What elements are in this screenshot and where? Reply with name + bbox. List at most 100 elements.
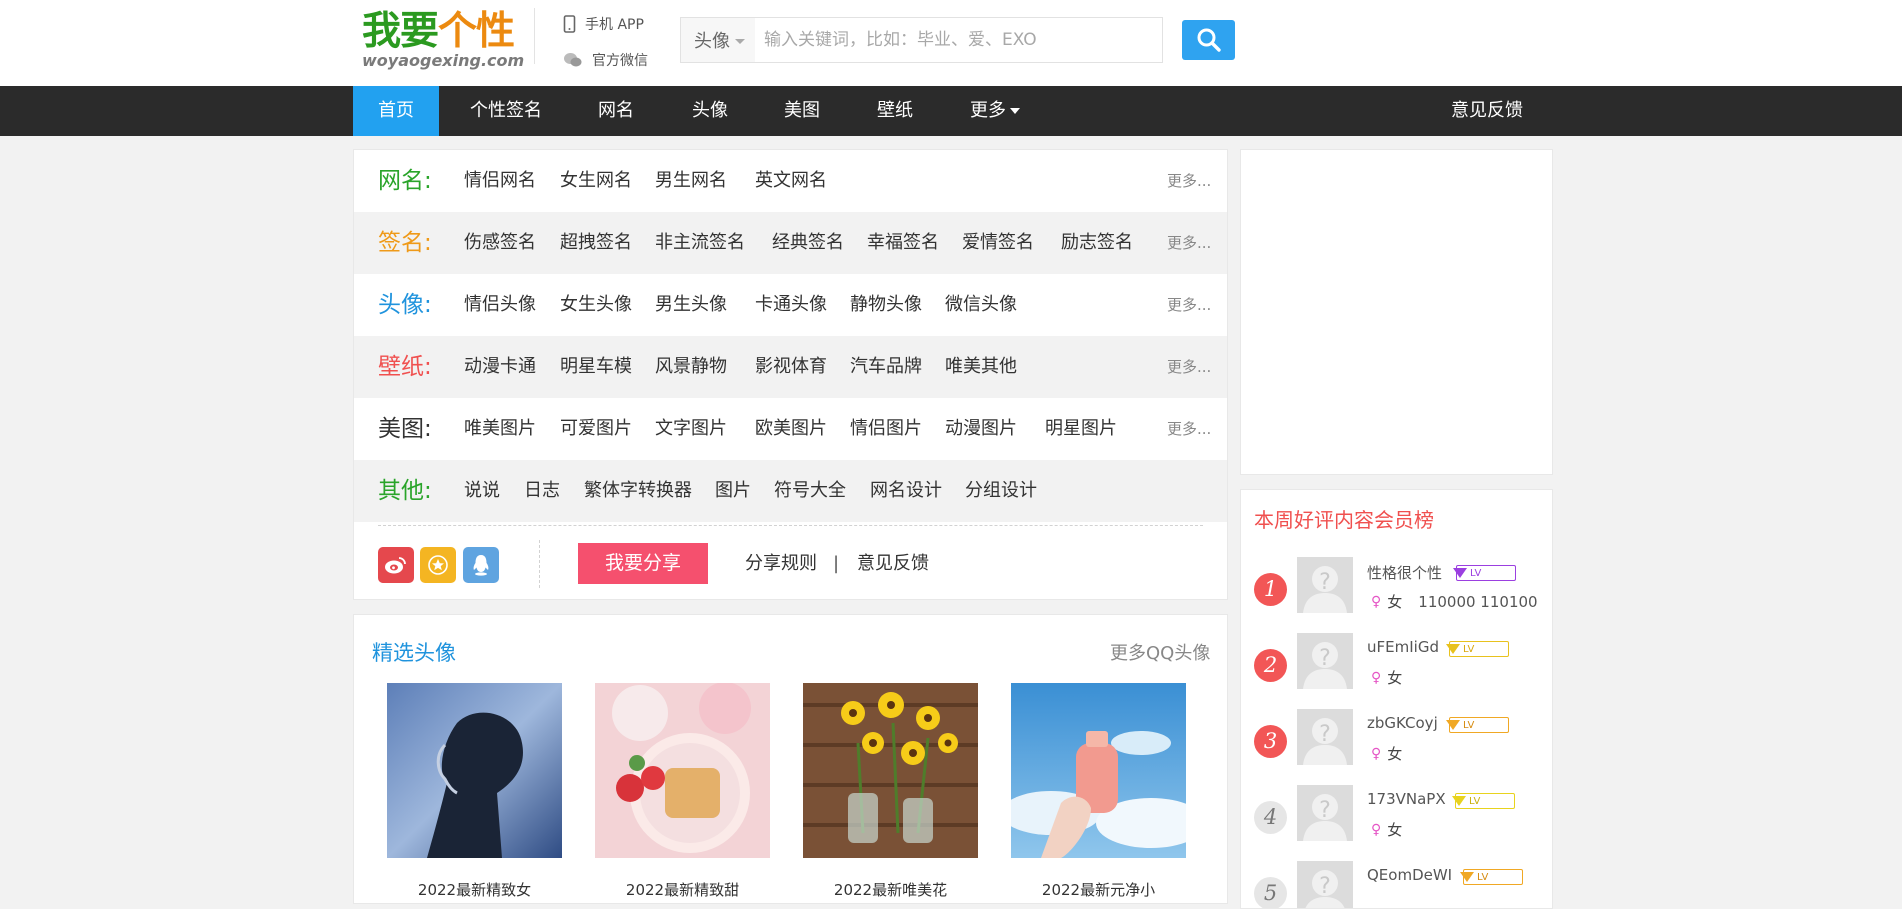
category-link[interactable]: 文字图片 [655,398,727,460]
category-link[interactable]: 伤感签名 [464,212,536,274]
category-link[interactable]: 分组设计 [965,460,1037,522]
category-link[interactable]: 情侣图片 [850,398,922,460]
featured-title: 精选头像 [372,641,456,665]
category-link[interactable]: 男生头像 [655,274,727,336]
weibo-share-button[interactable] [378,547,414,583]
category-link[interactable]: 繁体字转换器 [584,460,692,522]
share-button[interactable]: 我要分享 [578,543,708,584]
category-link[interactable]: 非主流签名 [655,212,745,274]
avatar-thumbnail[interactable] [803,683,978,858]
category-link[interactable]: 明星图片 [1045,398,1117,460]
avatar-thumbnail[interactable] [595,683,770,858]
category-link[interactable]: 汽车品牌 [850,336,922,398]
user-meta: ♀ 女 110000 110100 [1371,591,1538,612]
category-link[interactable]: 女生网名 [560,150,632,212]
ranking-user[interactable]: 4 ? 173VNaPX LV ♀ 女 [1241,785,1552,861]
nav-item-nickname[interactable]: 网名 [578,86,654,136]
category-link[interactable]: 唯美其他 [945,336,1017,398]
user-sex: 女 [1387,745,1403,763]
thumbnail-image [1011,683,1186,858]
category-link[interactable]: 情侣网名 [464,150,536,212]
featured-more-link[interactable]: 更多QQ头像 [1110,639,1210,665]
category-link[interactable]: 静物头像 [850,274,922,336]
mobile-app-link[interactable]: 手机 APP [563,13,644,35]
user-name[interactable]: zbGKCoyj [1367,714,1438,732]
category-more-link[interactable]: 更多... [1167,274,1211,336]
level-text: LV [1463,719,1475,731]
category-link[interactable]: 可爱图片 [560,398,632,460]
category-more-link[interactable]: 更多... [1167,398,1211,460]
category-link[interactable]: 英文网名 [755,150,827,212]
avatar[interactable]: ? [1297,709,1353,765]
category-link[interactable]: 欧美图片 [755,398,827,460]
category-link[interactable]: 情侣头像 [464,274,536,336]
category-link[interactable]: 卡通头像 [755,274,827,336]
rank-number: 4 [1254,801,1287,834]
nav-item-wallpaper[interactable]: 壁纸 [857,86,933,136]
qq-share-button[interactable] [463,547,499,583]
nav-item-signature[interactable]: 个性签名 [456,86,556,136]
nav-item-avatar[interactable]: 头像 [672,86,748,136]
category-link[interactable]: 经典签名 [772,212,844,274]
category-link[interactable]: 幸福签名 [867,212,939,274]
category-link[interactable]: 微信头像 [945,274,1017,336]
search-input[interactable] [755,17,1163,63]
category-link[interactable]: 说说 [464,460,500,522]
thumbnail-caption[interactable]: 2022最新精致女 [387,879,562,900]
nav-item-feedback[interactable]: 意见反馈 [1443,86,1531,136]
category-link[interactable]: 爱情签名 [962,212,1034,274]
category-link[interactable]: 网名设计 [870,460,942,522]
avatar[interactable]: ? [1297,861,1353,908]
user-name[interactable]: uFEmIiGd [1367,638,1439,656]
diamond-icon [1446,644,1460,654]
search-icon [1197,28,1221,52]
category-link[interactable]: 男生网名 [655,150,727,212]
category-link[interactable]: 影视体育 [755,336,827,398]
avatar[interactable]: ? [1297,557,1353,613]
category-link[interactable]: 日志 [524,460,560,522]
nav-item-more[interactable]: 更多 [955,86,1035,136]
nav-more-label: 更多 [970,100,1006,121]
user-name[interactable]: QEomDeWI [1367,866,1452,884]
category-link[interactable]: 女生头像 [560,274,632,336]
female-icon: ♀ [1371,821,1382,838]
thumbnail-caption[interactable]: 2022最新元净小 [1011,879,1186,900]
thumbnail-caption[interactable]: 2022最新唯美花 [803,879,978,900]
category-link[interactable]: 风景静物 [655,336,727,398]
category-link[interactable]: 明星车模 [560,336,632,398]
category-more-link[interactable]: 更多... [1167,336,1211,398]
category-link[interactable]: 超拽签名 [560,212,632,274]
favorite-share-button[interactable] [420,547,456,583]
ranking-user[interactable]: 5 ? QEomDeWI LV [1241,861,1552,908]
category-link[interactable]: 动漫图片 [945,398,1017,460]
category-link[interactable]: 符号大全 [774,460,846,522]
ranking-user[interactable]: 1 ? 性格很个性 LV ♀ 女 110000 110100 [1241,557,1552,633]
ranking-user[interactable]: 2 ? uFEmIiGd LV ♀ 女 [1241,633,1552,709]
share-feedback-link[interactable]: 意见反馈 [857,543,929,584]
category-link[interactable]: 唯美图片 [464,398,536,460]
search-button[interactable] [1182,20,1235,60]
avatar[interactable]: ? [1297,785,1353,841]
user-name[interactable]: 性格很个性 [1367,562,1442,583]
default-avatar-icon: ? [1297,785,1353,841]
avatar-thumbnail[interactable] [1011,683,1186,858]
ranking-user[interactable]: 3 ? zbGKCoyj LV ♀ 女 [1241,709,1552,785]
category-link[interactable]: 动漫卡通 [464,336,536,398]
user-meta: ♀ 女 [1371,819,1402,840]
thumbnail-caption[interactable]: 2022最新精致甜 [595,879,770,900]
nav-item-images[interactable]: 美图 [764,86,840,136]
main-nav: 首页 个性签名 网名 头像 美图 壁纸 更多 意见反馈 [0,86,1902,136]
default-avatar-icon: ? [1297,709,1353,765]
user-name[interactable]: 173VNaPX [1367,790,1446,808]
nav-item-home[interactable]: 首页 [353,86,439,136]
wechat-link[interactable]: 官方微信 [563,49,648,71]
category-link[interactable]: 图片 [715,460,751,522]
avatar-thumbnail[interactable] [387,683,562,858]
share-rules-link[interactable]: 分享规则 [745,543,817,584]
category-more-link[interactable]: 更多... [1167,212,1211,274]
search-category-select[interactable]: 头像 [680,17,756,63]
avatar[interactable]: ? [1297,633,1353,689]
site-logo[interactable]: 我要个性 woyaogexing.com [362,10,524,74]
category-link[interactable]: 励志签名 [1061,212,1133,274]
category-more-link[interactable]: 更多... [1167,150,1211,212]
